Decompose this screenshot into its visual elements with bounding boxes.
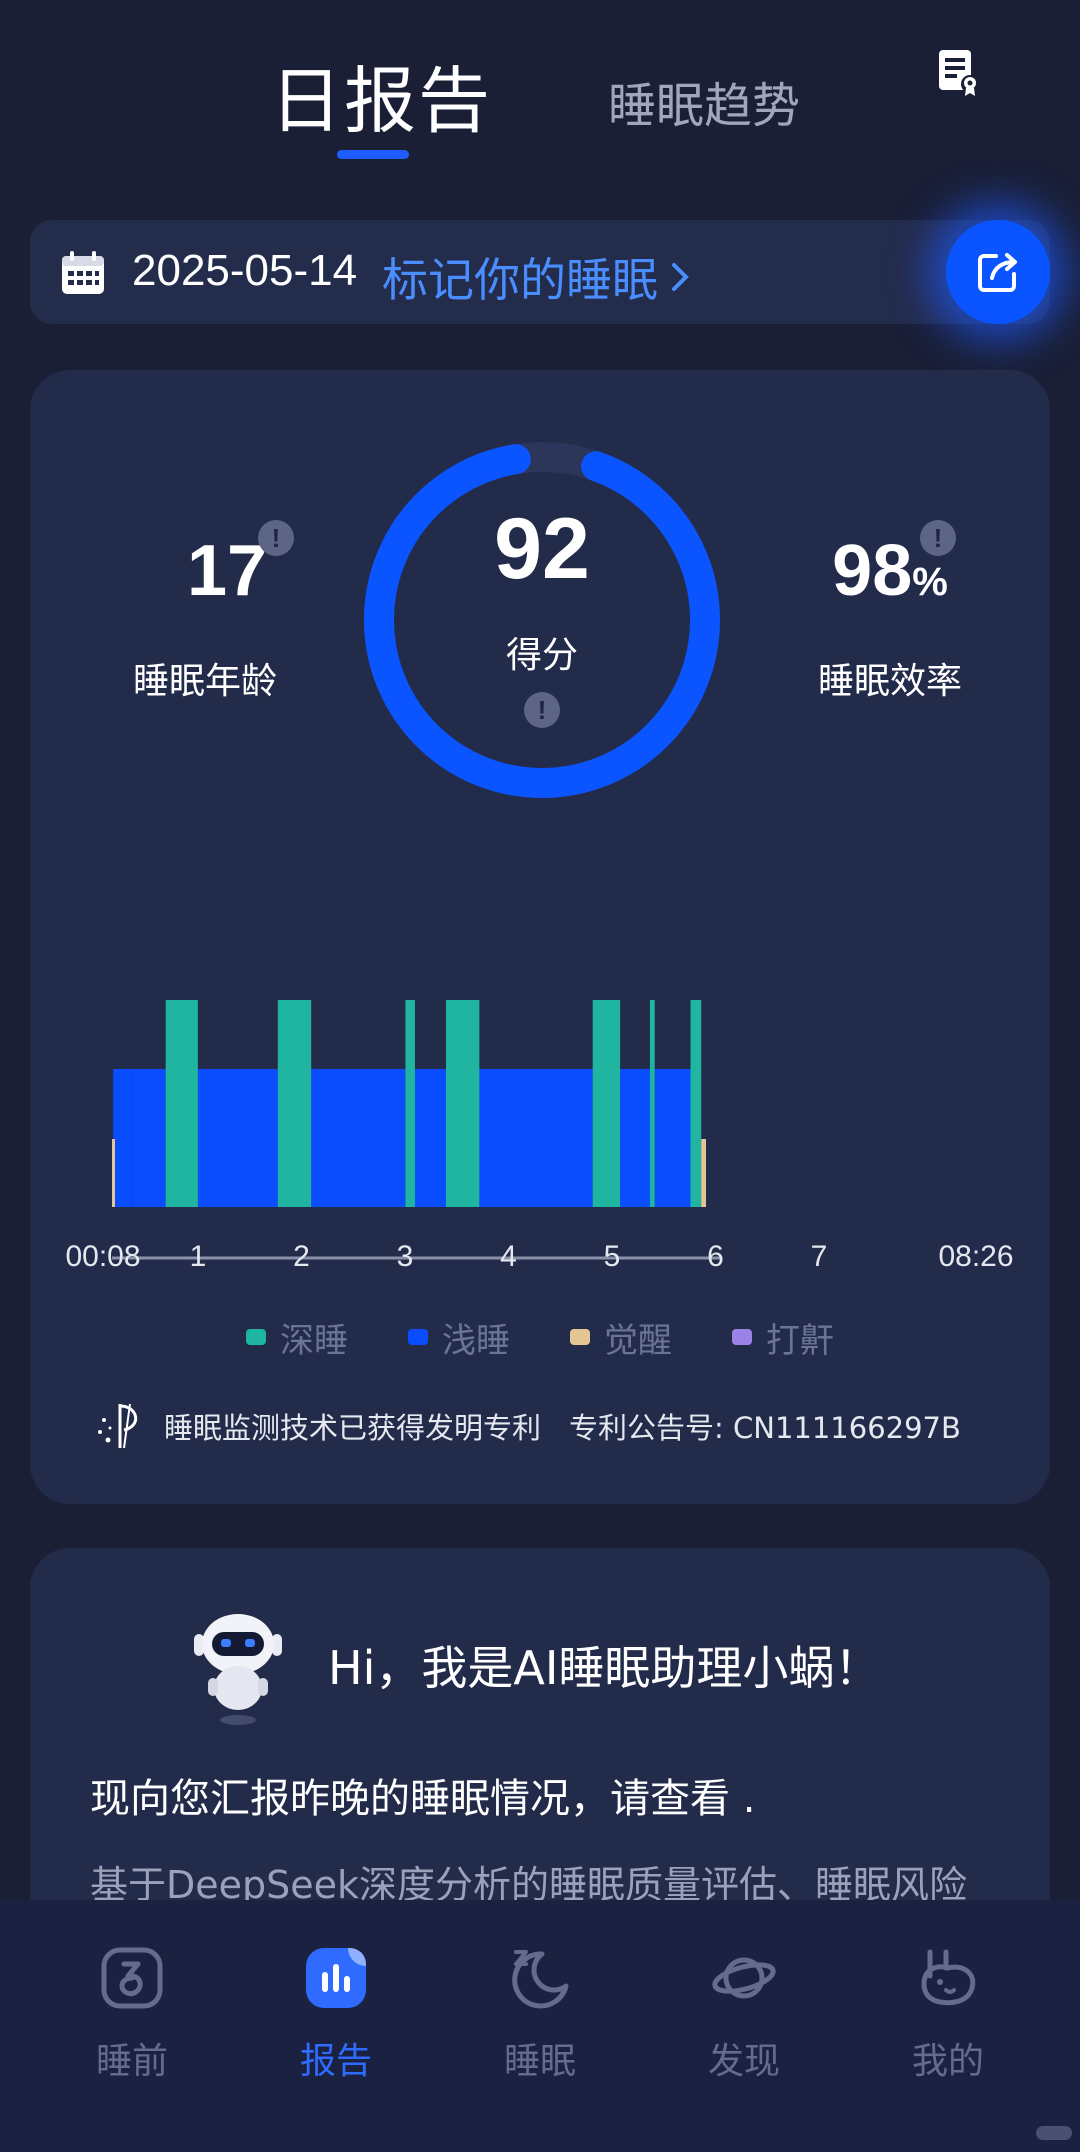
robot-assistant-icon: [194, 1614, 282, 1725]
calendar-icon[interactable]: [60, 250, 106, 296]
active-tab-indicator: [337, 150, 409, 159]
sleep-score-value: 92: [494, 501, 590, 597]
stage-bar-light: [113, 1069, 133, 1207]
legend-swatch: [246, 1329, 266, 1345]
axis-tick-label: 6: [707, 1240, 724, 1273]
chevron-right-icon: [672, 263, 689, 291]
stage-bar-deep: [277, 1000, 312, 1207]
sleep-score-label: 得分: [505, 635, 578, 676]
efficiency-info-icon[interactable]: !: [920, 520, 956, 556]
legend-label: 打鼾: [766, 1320, 834, 1361]
legend-label: 深睡: [280, 1320, 348, 1361]
report-chart-icon: [306, 1948, 366, 2008]
legend-item-light: 浅睡: [408, 1312, 510, 1362]
ai-report-intro: 现向您汇报昨晚的睡眠情况，请查看 .: [90, 1776, 756, 1822]
stage-bar-light: [479, 1069, 593, 1207]
stage-bar-awake: [112, 1139, 115, 1207]
legend-swatch: [570, 1329, 590, 1345]
system-home-indicator: [1036, 2126, 1072, 2140]
nav-label-presleep: 睡前: [95, 2041, 168, 2082]
axis-tick-label: 2: [293, 1240, 310, 1273]
stage-bar-light: [414, 1069, 446, 1207]
axis-tick-label: 5: [603, 1240, 621, 1273]
legend-item-deep: 深睡: [246, 1312, 348, 1362]
tab-sleep-trend[interactable]: 睡眠趋势: [608, 66, 800, 136]
planet-discover-icon: [712, 1957, 776, 1999]
legend-label: 觉醒: [604, 1320, 672, 1361]
stage-bar-light: [132, 1069, 166, 1207]
nav-label-discover: 发现: [707, 2041, 780, 2082]
report-date[interactable]: 2025-05-14: [132, 246, 357, 296]
sleep-stage-chart: [112, 1000, 720, 1260]
stage-bar-deep: [165, 1000, 198, 1207]
nav-item-profile[interactable]: 我的: [868, 1940, 1028, 2090]
top-tab-bar: 日报告 睡眠趋势: [0, 0, 1080, 180]
efficiency-number: 98: [832, 531, 913, 611]
stage-bar-deep: [690, 1000, 702, 1207]
sleep-efficiency-label: 睡眠效率: [817, 661, 962, 702]
axis-tick-label: 3: [396, 1240, 414, 1273]
axis-tick-label: 00:08: [65, 1240, 141, 1273]
stage-bar-light: [654, 1069, 691, 1207]
time-axis-labels: 00:08 1 2 3 4 5 6 7 08:26: [30, 1240, 1050, 1290]
nav-item-discover[interactable]: 发现: [664, 1940, 824, 2090]
sleep-age-info-icon[interactable]: !: [258, 520, 294, 556]
score-progress-arc: [364, 442, 720, 798]
ai-greeting: Hi，我是AI睡眠助理小蜗！: [328, 1641, 881, 1695]
tab-daily-report[interactable]: 日报告: [270, 42, 492, 147]
mark-sleep-link[interactable]: 标记你的睡眠: [382, 244, 690, 310]
axis-tick-label: 1: [189, 1240, 207, 1273]
moon-sleep-icon: [512, 1950, 569, 2009]
mark-sleep-label: 标记你的睡眠: [382, 253, 658, 307]
efficiency-unit: %: [912, 560, 948, 604]
date-bar: 2025-05-14 标记你的睡眠: [30, 220, 1050, 324]
sleep-summary-card: 1 7 ! 睡眠年龄 92 得分 ! 98% ! 睡眠效率 00:08 1 2 3 4 5 6…: [30, 370, 1050, 1504]
profile-icon: [921, 1949, 976, 2006]
patent-number: 专利公告号: CN111166297B: [569, 1411, 961, 1445]
nav-item-sleep[interactable]: 睡眠: [460, 1940, 620, 2090]
chart-legend: 深睡 浅睡 觉醒 打鼾: [30, 1312, 1050, 1362]
stage-bar-light: [311, 1069, 406, 1207]
score-ring: [364, 442, 720, 798]
stage-bar-deep: [405, 1000, 415, 1207]
legend-item-awake: 觉醒: [570, 1312, 672, 1362]
nav-label-profile: 我的: [911, 2041, 984, 2082]
legend-swatch: [408, 1329, 428, 1345]
legend-swatch: [732, 1329, 752, 1345]
axis-tick-label: 7: [810, 1240, 828, 1273]
nav-label-sleep: 睡眠: [503, 2041, 576, 2082]
nav-item-report[interactable]: 报告: [256, 1940, 416, 2090]
axis-tick-label: 08:26: [938, 1240, 1014, 1273]
brand-logo-icon: [98, 1403, 137, 1449]
report-document-icon[interactable]: [936, 48, 982, 98]
stage-bar-deep: [445, 1000, 480, 1207]
legend-item-snore: 打鼾: [732, 1312, 834, 1362]
patent-text: 睡眠监测技术已获得发明专利: [164, 1411, 542, 1445]
stage-bar-deep: [592, 1000, 621, 1207]
legend-label: 浅睡: [442, 1320, 510, 1361]
sleep-age-label: 睡眠年龄: [132, 661, 277, 702]
stage-bar-deep: [649, 1000, 655, 1207]
nav-item-presleep[interactable]: 睡前: [52, 1940, 212, 2090]
stage-bar-light: [197, 1069, 278, 1207]
score-info-icon[interactable]: !: [524, 692, 560, 728]
nav-label-report: 报告: [299, 2041, 372, 2082]
share-button[interactable]: [946, 220, 1050, 324]
bottom-navigation: 睡前 报告 睡眠 发现 我的: [0, 1900, 1080, 2152]
stage-bar-light: [620, 1069, 650, 1207]
presleep-icon: [101, 1947, 163, 2009]
share-export-icon: [978, 253, 1017, 292]
stage-bar-awake: [701, 1139, 706, 1207]
patent-notice: 睡眠监测技术已获得发明专利 专利公告号: CN111166297B: [94, 1398, 961, 1454]
axis-tick-label: 4: [500, 1240, 517, 1273]
